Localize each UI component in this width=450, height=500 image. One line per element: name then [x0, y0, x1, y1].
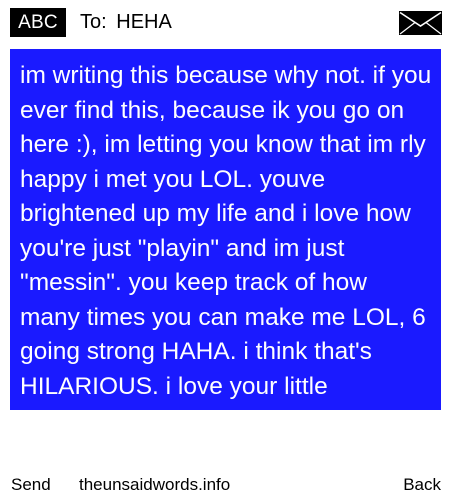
send-button[interactable]: Send: [11, 470, 51, 500]
header-bar: ABC To: HEHA: [0, 0, 450, 46]
message-body-panel[interactable]: im writing this because why not. if you …: [10, 49, 441, 410]
recipient-name[interactable]: HEHA: [116, 11, 172, 33]
message-text: im writing this because why not. if you …: [20, 62, 432, 400]
envelope-icon: [399, 11, 442, 35]
back-button[interactable]: Back: [403, 470, 441, 500]
recipient-label: To:: [80, 11, 107, 33]
input-mode-badge[interactable]: ABC: [10, 8, 66, 37]
softkey-bar: Send theunsaidwords.info Back: [0, 470, 450, 500]
site-name: theunsaidwords.info: [79, 475, 231, 494]
recipient-line: To: HEHA: [80, 8, 172, 37]
